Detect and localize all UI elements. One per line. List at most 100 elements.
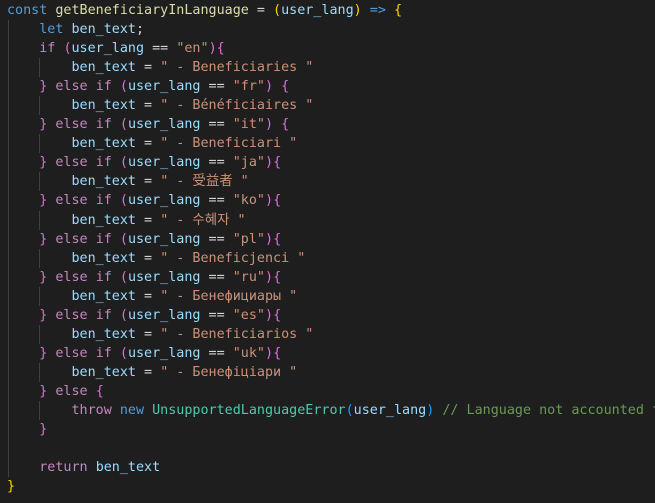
indent-guide — [8, 58, 9, 78]
brace-close: } — [39, 155, 48, 171]
paren-open: ( — [119, 79, 128, 95]
lang-string-ja: "ja" — [232, 155, 265, 171]
text-string-es: " - Beneficiarios " — [160, 326, 314, 342]
lang-string-ko: "ko" — [232, 193, 265, 209]
var-user-lang: user_lang — [127, 269, 201, 285]
paren-close: ) — [265, 269, 274, 285]
var-user-lang: user_lang — [127, 79, 201, 95]
paren-close: ) — [353, 3, 362, 18]
code-editor[interactable]: const getBeneficiaryInLanguage = (user_l… — [0, 0, 655, 503]
text-string-en: " - Beneficiaries " — [160, 60, 314, 76]
code-line-assign-uk: ben_text = " - Бенефіціари " — [0, 362, 655, 382]
code-line-assign-fr: ben_text = " - Bénéficiaires " — [0, 96, 655, 116]
indent-guide — [39, 362, 40, 382]
brace-close: } — [39, 193, 48, 209]
eq-operator: == — [144, 41, 177, 57]
indent-guide — [8, 229, 9, 249]
arrow-operator: => — [361, 3, 394, 18]
keyword-if: if — [95, 79, 112, 95]
indent-guide — [8, 267, 9, 287]
code-line-assign-ru: ben_text = " - Бенефициары " — [0, 286, 655, 306]
keyword-else: else — [55, 307, 88, 323]
keyword-else: else — [55, 269, 88, 285]
code-line-2: let ben_text; — [0, 20, 655, 40]
paren-open: ( — [119, 155, 128, 171]
eq-operator: == — [200, 79, 233, 95]
code-line-elseif-es: } else if (user_lang == "es"){ — [0, 305, 655, 325]
eq-operator: == — [200, 231, 233, 247]
paren-close: ) — [265, 231, 274, 247]
indent-guide — [8, 77, 9, 97]
code-line-elseif-uk: } else if (user_lang == "uk"){ — [0, 343, 655, 363]
code-line-if-en: if (user_lang == "en"){ — [0, 39, 655, 59]
var-ben-text: ben_text — [71, 136, 137, 152]
indent-guide — [8, 343, 9, 363]
var-ben-text: ben_text — [71, 22, 137, 38]
indent-guide — [8, 191, 9, 211]
paren-open: ( — [63, 41, 72, 57]
brace-open: { — [273, 345, 282, 361]
indent-guide — [39, 58, 40, 78]
code-line-blank — [0, 439, 655, 459]
brace-open: { — [273, 307, 282, 323]
code-comment: // Language not accounted for — [442, 402, 655, 418]
code-line-elseif-pl: } else if (user_lang == "pl"){ — [0, 229, 655, 249]
code-line-assign-es: ben_text = " - Beneficiarios " — [0, 324, 655, 344]
keyword-if: if — [95, 307, 112, 323]
paren-open: ( — [119, 117, 128, 133]
keyword-return: return — [39, 460, 88, 476]
indent-guide — [8, 362, 9, 382]
indent-guide — [39, 400, 40, 421]
var-user-lang: user_lang — [127, 345, 201, 361]
brace-close: } — [39, 79, 48, 95]
brace-open: { — [281, 79, 290, 95]
var-user-lang: user_lang — [353, 402, 427, 418]
keyword-throw: throw — [71, 402, 112, 418]
indent-guide — [8, 420, 9, 440]
var-ben-text: ben_text — [71, 288, 137, 304]
var-ben-text: ben_text — [95, 460, 161, 476]
keyword-else: else — [55, 383, 88, 399]
paren-close: ) — [265, 117, 274, 133]
brace-close: } — [39, 231, 48, 247]
lang-string-en: "en" — [176, 41, 209, 57]
brace-open: { — [273, 155, 282, 171]
keyword-const: const — [7, 3, 48, 18]
indent-guide — [39, 248, 40, 268]
paren-close: ) — [265, 307, 274, 323]
var-ben-text: ben_text — [71, 98, 137, 114]
keyword-if: if — [95, 231, 112, 247]
brace-close: } — [39, 307, 48, 323]
indent-guide — [8, 20, 9, 40]
indent-guide — [8, 172, 9, 192]
brace-close: } — [39, 422, 48, 438]
keyword-else: else — [55, 155, 88, 171]
code-line-close: } — [0, 477, 655, 496]
indent-guide — [8, 439, 9, 459]
var-user-lang: user_lang — [71, 41, 145, 57]
var-user-lang: user_lang — [127, 117, 201, 133]
brace-close: } — [39, 269, 48, 285]
text-string-it: " - Beneficiari " — [160, 136, 298, 152]
brace-open: { — [95, 383, 104, 399]
indent-guide — [39, 324, 40, 344]
keyword-if: if — [95, 345, 112, 361]
keyword-else: else — [55, 193, 88, 209]
lang-string-es: "es" — [232, 307, 265, 323]
semicolon: ; — [136, 22, 145, 38]
brace-open: { — [216, 41, 225, 57]
code-line-assign-ko: ben_text = " - 수혜자 " — [0, 210, 655, 230]
code-line-assign-en: ben_text = " - Beneficiaries " — [0, 58, 655, 78]
brace-open: { — [393, 3, 403, 18]
code-line-elseif-ja: } else if (user_lang == "ja"){ — [0, 153, 655, 173]
var-ben-text: ben_text — [71, 326, 137, 342]
eq-operator: == — [200, 155, 233, 171]
code-line-elseif-ko: } else if (user_lang == "ko"){ — [0, 191, 655, 211]
assign-operator: = — [248, 3, 274, 18]
eq-operator: == — [200, 269, 233, 285]
assign-operator: = — [136, 98, 161, 114]
assign-operator: = — [136, 364, 161, 380]
lang-string-pl: "pl" — [232, 231, 265, 247]
text-string-ko: " - 수혜자 " — [160, 212, 246, 228]
assign-operator: = — [136, 60, 161, 76]
